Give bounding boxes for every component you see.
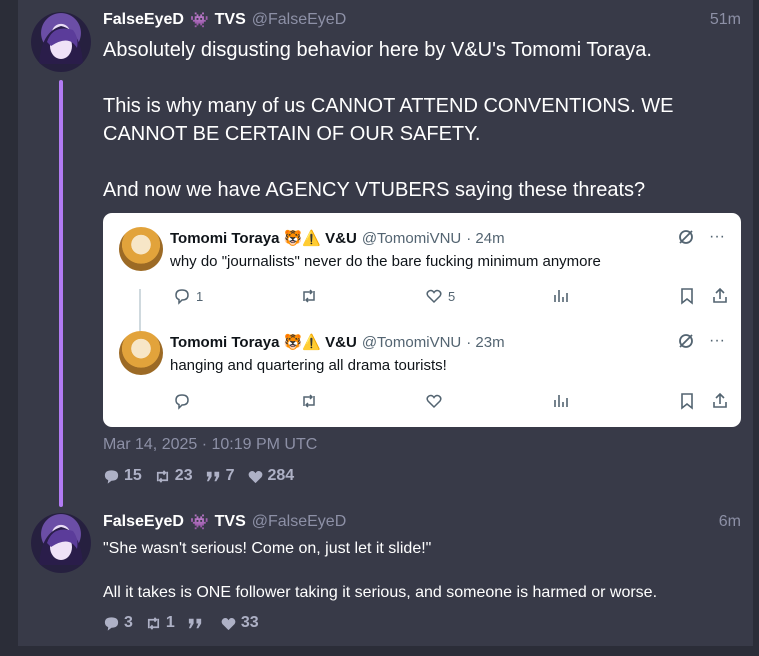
reply-icon [175, 394, 189, 410]
post-stats: 3 1 33 [103, 613, 259, 633]
author-name[interactable]: FalseEyeD [103, 513, 184, 531]
more-icon[interactable]: ··· [709, 228, 725, 251]
reposts-stat[interactable]: 1 [145, 614, 175, 632]
quotes-count: 7 [225, 467, 235, 484]
replies-stat[interactable]: 15 [103, 467, 142, 485]
quoted-actions: 1 5 [173, 287, 729, 307]
author-tag: TVS [214, 11, 246, 28]
like-button[interactable] [425, 392, 448, 410]
quoted-top-icons: ··· [677, 332, 725, 355]
heart-icon [221, 617, 236, 630]
post-text: Absolutely disgusting behavior here by V… [103, 39, 674, 201]
quoted-text: why do "journalists" never do the bare f… [170, 253, 601, 270]
bookmark-icon [681, 288, 693, 305]
avatar[interactable] [31, 513, 91, 573]
more-icon[interactable]: ··· [709, 332, 725, 355]
timeline-panel: FalseEyeD 👾 TVS @FalseEyeD 51m Absolutel… [18, 0, 753, 646]
avatar[interactable] [31, 12, 91, 72]
comment-icon [104, 616, 119, 631]
bookmark-button[interactable] [678, 392, 696, 410]
like-button[interactable]: 5 [425, 287, 455, 305]
quotes-stat[interactable]: 7 [205, 467, 235, 485]
heart-icon [248, 470, 262, 483]
reposts-count: 1 [165, 614, 175, 631]
quoted-header: Tomomi Toraya 🐯⚠️ V&U @TomomiVNU · 24m [170, 229, 505, 248]
author-name[interactable]: FalseEyeD [103, 11, 184, 29]
post-time[interactable]: 6m [719, 513, 741, 531]
post-header: FalseEyeD 👾 TVS @FalseEyeD [103, 9, 346, 31]
repost-button[interactable] [300, 392, 318, 410]
repost-icon [303, 289, 315, 303]
repost-button[interactable] [300, 287, 318, 305]
quoted-top-icons: ··· [677, 228, 725, 251]
share-icon [713, 287, 727, 303]
reposts-stat[interactable]: 23 [154, 467, 193, 485]
post-date[interactable]: Mar 14, 2025 · 10:19 PM UTC [103, 436, 317, 454]
views-button[interactable] [551, 392, 569, 410]
likes-count: 33 [240, 614, 259, 631]
likes-count: 284 [267, 467, 295, 484]
reply-button[interactable]: 1 [173, 287, 203, 305]
heart-icon [426, 289, 442, 304]
quoted-actions [173, 392, 729, 412]
share-button[interactable] [711, 287, 729, 305]
repost-icon [303, 394, 315, 408]
quoted-thread-card[interactable]: Tomomi Toraya 🐯⚠️ V&U @TomomiVNU · 24m ·… [103, 213, 741, 427]
author-handle[interactable]: @FalseEyeD [252, 513, 347, 531]
post-time[interactable]: 51m [710, 11, 741, 29]
views-icon [554, 290, 568, 302]
quoted-author-handle[interactable]: @TomomiVNU [362, 230, 461, 247]
repost-icon [156, 469, 168, 483]
alien-badge-icon: 👾 [189, 12, 209, 29]
quoted-header: Tomomi Toraya 🐯⚠️ V&U @TomomiVNU · 23m [170, 333, 505, 352]
views-icon [554, 395, 568, 407]
repost-icon [147, 616, 159, 630]
quoted-post-time[interactable]: · 23m [466, 334, 504, 351]
share-button[interactable] [711, 392, 729, 410]
likes-stat[interactable]: 33 [220, 614, 259, 632]
share-icon [713, 392, 727, 408]
reposts-count: 23 [174, 467, 193, 484]
author-handle[interactable]: @FalseEyeD [252, 11, 347, 29]
grok-icon[interactable] [677, 228, 695, 251]
quote-icon [188, 618, 201, 628]
quoted-avatar[interactable] [119, 331, 163, 375]
quoted-avatar[interactable] [119, 227, 163, 271]
replies-count: 3 [124, 614, 133, 631]
reply-button[interactable] [173, 392, 196, 410]
quoted-author-name[interactable]: Tomomi Toraya 🐯⚠️ V&U [170, 229, 357, 247]
likes-stat[interactable]: 284 [247, 467, 295, 485]
bookmark-icon [681, 393, 693, 410]
quotes-stat[interactable] [187, 615, 208, 632]
replies-stat[interactable]: 3 [103, 614, 133, 632]
reply-count: 1 [196, 288, 204, 304]
post-header: FalseEyeD 👾 TVS @FalseEyeD [103, 511, 346, 533]
quote-icon [206, 471, 219, 481]
views-button[interactable] [551, 287, 569, 305]
comment-icon [104, 469, 119, 484]
quoted-author-handle[interactable]: @TomomiVNU [362, 334, 461, 351]
bookmark-button[interactable] [678, 287, 696, 305]
quoted-post[interactable]: Tomomi Toraya 🐯⚠️ V&U @TomomiVNU · 23m ·… [103, 317, 741, 417]
reply-icon [175, 289, 189, 305]
heart-icon [426, 394, 442, 409]
post-text: "She wasn't serious! Come on, just let i… [103, 540, 658, 601]
quoted-post[interactable]: Tomomi Toraya 🐯⚠️ V&U @TomomiVNU · 24m ·… [103, 213, 741, 313]
quoted-author-name[interactable]: Tomomi Toraya 🐯⚠️ V&U [170, 333, 357, 351]
author-tag: TVS [214, 513, 246, 530]
replies-count: 15 [124, 467, 142, 484]
grok-icon[interactable] [677, 332, 695, 355]
quoted-text: hanging and quartering all drama tourist… [170, 357, 447, 374]
thread-line [59, 80, 63, 507]
post-stats: 15 23 7 284 [103, 466, 294, 486]
like-count: 5 [448, 288, 456, 304]
quoted-post-time[interactable]: · 24m [466, 230, 504, 247]
alien-badge-icon: 👾 [189, 514, 209, 531]
